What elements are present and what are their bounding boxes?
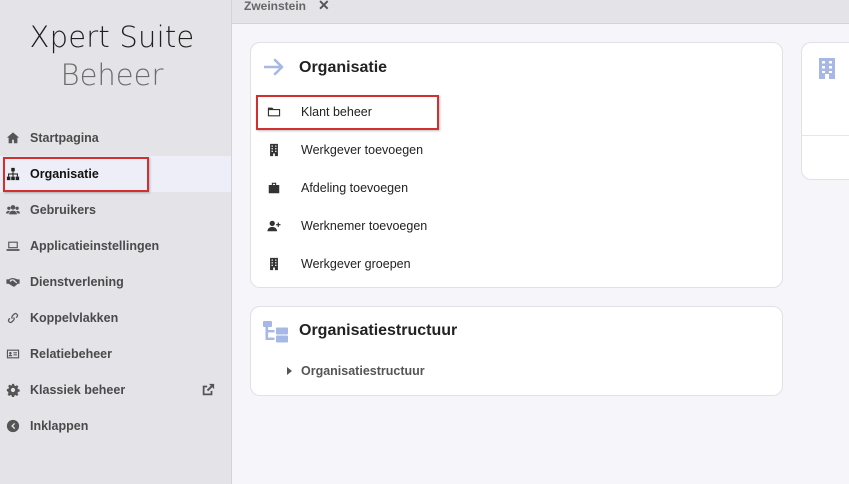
link-klant-beheer[interactable]: Klant beheer <box>267 102 372 122</box>
briefcase-icon <box>267 181 281 195</box>
sidebar-item-label: Gebruikers <box>30 203 97 217</box>
users-icon <box>5 202 21 218</box>
folder-icon <box>267 105 281 119</box>
sidebar: Xpert Suite Beheer Startpagina Organisat… <box>0 0 232 484</box>
tree-structure-icon <box>262 320 289 343</box>
gear-icon <box>5 382 21 398</box>
user-plus-icon <box>267 219 281 233</box>
id-card-icon <box>5 346 21 362</box>
sidebar-nav: Startpagina Organisatie Gebruikers Appli… <box>0 120 231 444</box>
sidebar-item-koppelvlakken[interactable]: Koppelvlakken <box>0 300 231 336</box>
sidebar-item-label: Koppelvlakken <box>30 311 119 325</box>
link-icon <box>5 310 21 326</box>
brand-logo: Xpert Suite Beheer <box>0 18 224 94</box>
link-label: Klant beheer <box>301 105 372 119</box>
sidebar-item-gebruikers[interactable]: Gebruikers <box>0 192 231 228</box>
brand-subtitle: Beheer <box>60 58 164 92</box>
arrow-right-icon <box>263 57 286 77</box>
close-icon[interactable]: ✕ <box>318 0 330 14</box>
sidebar-item-label: Organisatie <box>30 167 99 181</box>
link-werknemer-toevoegen[interactable]: Werknemer toevoegen <box>267 216 427 236</box>
sidebar-item-organisatie[interactable]: Organisatie <box>0 156 231 192</box>
link-label: Werknemer toevoegen <box>301 219 428 233</box>
sidebar-item-label: Klassiek beheer <box>30 383 126 397</box>
sidebar-item-klassiek-beheer[interactable]: Klassiek beheer <box>0 372 231 408</box>
building-icon <box>267 143 281 157</box>
laptop-icon <box>5 238 21 254</box>
card-title: Organisatiestructuur <box>299 322 458 339</box>
side-card <box>801 42 849 180</box>
link-label: Werkgever toevoegen <box>301 143 424 157</box>
divider <box>802 135 849 136</box>
external-link-icon[interactable] <box>201 383 215 397</box>
sidebar-item-label: Inklappen <box>30 419 89 433</box>
link-werkgever-groepen[interactable]: Werkgever groepen <box>267 254 411 274</box>
caret-right-icon[interactable] <box>287 367 292 375</box>
card-title: Organisatie <box>299 59 388 76</box>
building-icon <box>267 257 281 271</box>
tab-label: Zweinstein <box>244 0 307 13</box>
organisatie-card: Organisatie Klant beheer Werkgever toevo… <box>250 42 783 288</box>
sidebar-item-inklappen[interactable]: Inklappen <box>0 408 231 444</box>
link-afdeling-toevoegen[interactable]: Afdeling toevoegen <box>267 178 408 198</box>
tab-bar: Zweinstein ✕ <box>232 0 849 24</box>
tab-zweinstein[interactable]: Zweinstein ✕ <box>244 0 330 14</box>
sitemap-icon <box>5 166 21 182</box>
sidebar-item-label: Relatiebeheer <box>30 347 112 361</box>
tree-item-organisatiestructuur[interactable]: Organisatiestructuur <box>287 364 425 378</box>
brand-title: Xpert Suite <box>29 20 195 54</box>
tree-item-label: Organisatiestructuur <box>301 364 425 378</box>
handshake-icon <box>5 274 21 290</box>
home-icon <box>5 130 21 146</box>
sidebar-item-dienstverlening[interactable]: Dienstverlening <box>0 264 231 300</box>
sidebar-item-startpagina[interactable]: Startpagina <box>0 120 231 156</box>
link-werkgever-toevoegen[interactable]: Werkgever toevoegen <box>267 140 423 160</box>
sidebar-item-applicatieinstellingen[interactable]: Applicatieinstellingen <box>0 228 231 264</box>
sidebar-item-label: Dienstverlening <box>30 275 124 289</box>
organisatiestructuur-card: Organisatiestructuur Organisatiestructuu… <box>250 306 783 396</box>
link-label: Afdeling toevoegen <box>301 181 409 195</box>
chevron-left-circle-icon <box>5 418 21 434</box>
link-label: Werkgever groepen <box>301 257 411 271</box>
building-icon <box>818 57 836 79</box>
sidebar-item-label: Startpagina <box>30 131 99 145</box>
sidebar-item-relatiebeheer[interactable]: Relatiebeheer <box>0 336 231 372</box>
sidebar-item-label: Applicatieinstellingen <box>30 239 160 253</box>
